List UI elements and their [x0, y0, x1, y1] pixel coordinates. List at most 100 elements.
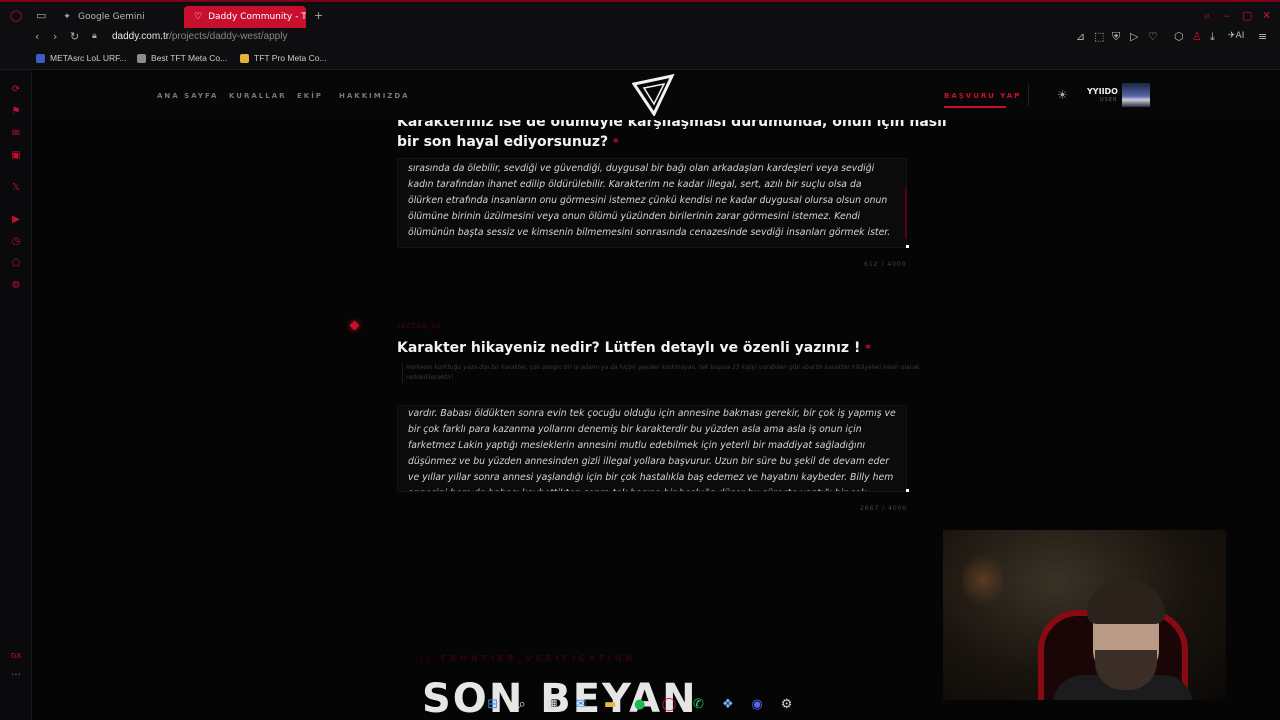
settings-icon[interactable]: ⚙ — [10, 280, 22, 292]
daddy-favicon: ♡ — [194, 12, 203, 22]
menu-icon[interactable]: ≡ — [1258, 30, 1267, 43]
background-light — [963, 550, 1003, 610]
question-2-title: Karakter hikayeniz nedir? Lütfen detaylı… — [397, 340, 871, 356]
folder-icon[interactable]: ▬ — [596, 692, 625, 716]
tab-menu-icon[interactable]: ▭ — [36, 9, 46, 22]
steam-icon[interactable]: ⚙ — [772, 692, 801, 716]
person-hair — [1087, 580, 1165, 624]
play-icon[interactable]: ▷ — [1130, 30, 1138, 43]
more-icon[interactable]: ··· — [10, 670, 22, 682]
twitch-icon[interactable]: ⚑ — [10, 106, 22, 118]
user-role: USER — [1100, 97, 1118, 103]
answer-2-text: vardır. Babası öldükten sonra evin tek ç… — [408, 408, 896, 491]
player-icon[interactable]: ▣ — [10, 150, 22, 162]
back-icon[interactable]: ‹ — [35, 30, 39, 43]
required-mark: * — [612, 136, 619, 149]
frontier-label: // FRONTIER_VERIFICATION — [420, 654, 637, 663]
history-icon[interactable]: ◷ — [10, 236, 22, 248]
webcam-overlay — [943, 530, 1226, 700]
new-tab-button[interactable]: + — [314, 9, 323, 22]
nav-about[interactable]: HAKKIMIZDA — [339, 92, 410, 100]
bookmarks-bar: METAsrc LoL URF... Best TFT Meta Co... T… — [0, 48, 1280, 70]
site-header: ANA SAYFA KURALLAR EKİP HAKKIMIZDA BAŞVU… — [32, 70, 1280, 120]
bookmark-metasrc[interactable]: METAsrc LoL URF... — [36, 53, 127, 63]
answer-1-text: sırasında da ölebilir, sevdiği ve güvend… — [408, 163, 891, 238]
address-bar: ‹ › ↻ 🔒︎ daddy.com.tr/projects/daddy-wes… — [0, 28, 1280, 48]
question-2-text: Karakter hikayeniz nedir? Lütfen detaylı… — [397, 340, 861, 356]
url-path: /projects/daddy-west/apply — [169, 31, 288, 42]
app-icon[interactable]: ❖ — [713, 692, 742, 716]
active-underline — [944, 106, 1006, 108]
windows-start-icon[interactable]: ⊞ — [478, 692, 507, 716]
required-mark: * — [865, 342, 871, 355]
answer-1-counter: 612 / 4000 — [864, 261, 907, 268]
ai-label: AI — [1235, 31, 1245, 41]
url-field[interactable]: daddy.com.tr/projects/daddy-west/apply — [112, 31, 287, 42]
tab-label: Daddy Community - Türkiy — [208, 12, 306, 22]
resize-handle[interactable] — [906, 245, 909, 248]
nav-team[interactable]: EKİP — [297, 92, 323, 100]
theme-toggle-icon[interactable]: ☀ — [1057, 88, 1068, 102]
bookmark-label: METAsrc LoL URF... — [50, 53, 127, 63]
gemini-icon: ✦ — [63, 12, 71, 22]
bookmark-best-tft[interactable]: Best TFT Meta Co... — [137, 53, 227, 63]
nav-rules[interactable]: KURALLAR — [229, 92, 287, 100]
tab-daddy-community[interactable]: ♡ Daddy Community - Türkiy — [184, 6, 306, 28]
ai-button[interactable]: ✈AI — [1228, 31, 1244, 41]
taskbar: ⊞ ⌕ ▦ ✉ ▬ ● ◯ ✆ ❖ ◉ ⚙ — [478, 692, 808, 716]
scroll-mark — [905, 188, 907, 238]
reload-icon[interactable]: ↻ — [70, 30, 79, 43]
profile-icon[interactable]: ♙ — [1192, 30, 1202, 43]
x-twitter-icon[interactable]: 𝕏 — [10, 182, 22, 194]
url-host: daddy.com.tr — [112, 31, 170, 42]
snapshot-icon[interactable]: ⬚ — [1094, 30, 1104, 43]
maximize-icon[interactable]: ▢ — [1242, 9, 1252, 22]
spotify-icon[interactable]: ● — [625, 692, 654, 716]
site-logo[interactable] — [632, 74, 676, 116]
discord-icon[interactable]: ◉ — [743, 692, 772, 716]
browser-sidebar: ⟳ ⚑ ✉ ▣ 𝕏 ▶ ◷ ⬠ ⚙ GX ··· — [0, 70, 32, 720]
resize-handle[interactable] — [906, 489, 909, 492]
extensions-icon[interactable]: ⬡ — [1174, 30, 1184, 43]
answer-1-textarea[interactable]: sırasında da ölebilir, sevdiği ve güvend… — [397, 158, 907, 248]
step-label: SECTOR_10 — [397, 323, 441, 330]
nav-home[interactable]: ANA SAYFA — [157, 92, 218, 100]
mail-icon[interactable]: ✉ — [566, 692, 595, 716]
answer-2-counter: 2667 / 4000 — [860, 505, 908, 512]
gx-control-icon[interactable]: ⟳ — [10, 84, 22, 96]
gx-label[interactable]: GX — [10, 650, 22, 662]
messenger-icon[interactable]: ✉ — [10, 128, 22, 140]
search-icon[interactable]: ⌕ — [507, 692, 536, 716]
close-icon[interactable]: ✕ — [1262, 9, 1271, 22]
tab-google-gemini[interactable]: ✦ Google Gemini — [52, 6, 182, 28]
tft-icon — [137, 53, 146, 63]
question-2-hint: Herkesin korktuğu yaza dışı bir karakter… — [402, 363, 937, 383]
pin-icon[interactable]: ⊿ — [1076, 30, 1085, 43]
heart-icon[interactable]: ♡ — [1148, 30, 1158, 43]
tft-pro-icon — [240, 53, 249, 63]
bookmark-label: Best TFT Meta Co... — [151, 53, 228, 63]
avatar[interactable] — [1122, 83, 1150, 107]
store-icon[interactable]: ▦ — [537, 692, 566, 716]
whatsapp-icon[interactable]: ✆ — [684, 692, 713, 716]
lock-icon: 🔒︎ — [92, 31, 97, 41]
opera-gx-icon[interactable]: ◯ — [654, 692, 683, 716]
metasrc-icon — [36, 53, 45, 63]
extensions-sidebar-icon[interactable]: ⬠ — [10, 258, 22, 270]
tab-label: Google Gemini — [78, 12, 145, 22]
divider — [1028, 84, 1029, 106]
bookmark-label: TFT Pro Meta Co... — [254, 53, 327, 63]
answer-2-textarea[interactable]: vardır. Babası öldükten sonra evin tek ç… — [397, 405, 907, 492]
shield-icon[interactable]: ⛨ — [1112, 30, 1120, 44]
minimize-icon[interactable]: – — [1224, 9, 1230, 22]
video-icon[interactable]: ▶ — [10, 214, 22, 226]
opera-menu-icon[interactable]: ◯ — [10, 9, 22, 22]
step-marker-icon — [349, 320, 360, 331]
search-tabs-icon[interactable]: ⌕ — [1204, 9, 1210, 23]
browser-tab-bar: ◯ ▭ ✦ Google Gemini ♡ Daddy Community - … — [0, 0, 1280, 28]
download-icon[interactable]: ⤓ — [1210, 30, 1215, 44]
apply-link[interactable]: BAŞVURU YAP — [944, 92, 1021, 100]
forward-icon[interactable]: › — [53, 30, 57, 43]
bookmark-tft-pro[interactable]: TFT Pro Meta Co... — [240, 53, 327, 63]
user-name: YYIIDO — [1087, 87, 1118, 96]
